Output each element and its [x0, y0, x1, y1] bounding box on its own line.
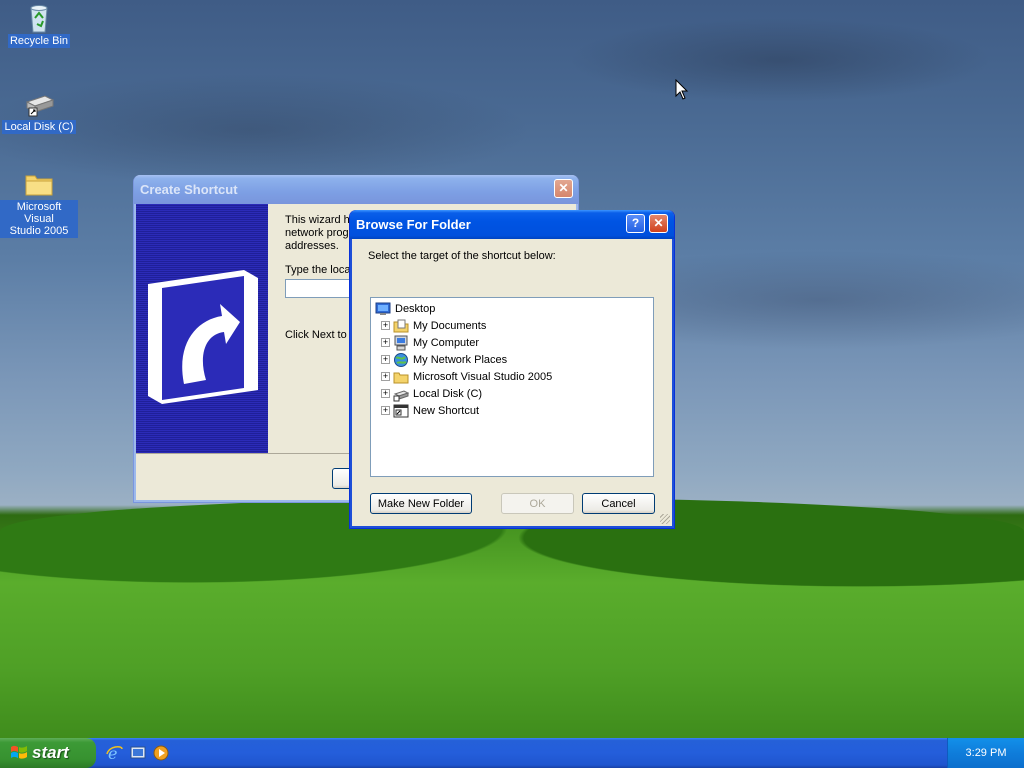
folder-icon: [25, 175, 53, 196]
close-button[interactable]: ✕: [649, 214, 668, 233]
close-icon: ✕: [558, 181, 569, 195]
tree-item-label: My Documents: [413, 319, 487, 332]
expand-icon[interactable]: +: [381, 321, 390, 330]
recycle-bin-icon: [30, 5, 48, 33]
hard-drive-icon: [25, 95, 55, 117]
tree-item-label: Local Disk (C): [413, 387, 483, 400]
start-button[interactable]: start: [0, 738, 96, 768]
desktop-wallpaper-hills: [0, 498, 1024, 740]
folder-icon: [393, 372, 409, 383]
expand-icon[interactable]: +: [381, 406, 390, 415]
folder-tree[interactable]: Desktop + My Documents + My Computer + M…: [370, 297, 654, 477]
question-mark-icon: ?: [631, 216, 640, 230]
mouse-cursor-icon: [675, 79, 689, 100]
tree-item-my-computer[interactable]: + My Computer: [375, 334, 653, 351]
close-icon: ✕: [653, 216, 664, 230]
expand-icon[interactable]: +: [381, 389, 390, 398]
window-title: Create Shortcut: [140, 182, 238, 197]
tree-item-local-disk[interactable]: + Local Disk (C): [375, 385, 653, 402]
desktop-icon-visual-studio-folder[interactable]: Microsoft Visual Studio 2005: [0, 168, 78, 238]
windows-logo-icon: [11, 745, 27, 759]
network-globe-icon: [394, 352, 408, 367]
expand-icon[interactable]: +: [381, 372, 390, 381]
wizard-banner: [136, 204, 268, 453]
expand-icon[interactable]: +: [381, 338, 390, 347]
media-player-icon[interactable]: [152, 744, 170, 762]
close-button[interactable]: ✕: [554, 179, 573, 198]
shortcut-arrow-icon: [148, 270, 258, 404]
my-documents-icon: [393, 319, 409, 332]
tree-item-label: Desktop: [395, 302, 436, 315]
cancel-button[interactable]: Cancel: [582, 493, 655, 514]
resize-grip[interactable]: [660, 514, 670, 524]
desktop-icon-recycle-bin[interactable]: Recycle Bin: [0, 2, 78, 48]
browse-for-folder-dialog: Browse For Folder ? ✕ Select the target …: [349, 210, 675, 529]
desktop-icon-local-disk[interactable]: Local Disk (C): [0, 88, 78, 134]
shortcut-window-icon: [393, 404, 409, 417]
system-tray: 3:29 PM: [947, 738, 1024, 768]
make-new-folder-button[interactable]: Make New Folder: [370, 493, 472, 514]
desktop-icon-label: Microsoft Visual Studio 2005: [0, 200, 78, 238]
internet-explorer-icon[interactable]: e: [106, 744, 124, 762]
label-line-2: Studio 2005: [9, 225, 69, 237]
label-line-1: Microsoft Visual: [16, 201, 62, 225]
dialog-title: Browse For Folder: [356, 217, 471, 232]
tree-item-label: My Network Places: [413, 353, 508, 366]
hard-drive-icon: [393, 389, 409, 401]
show-desktop-icon[interactable]: [129, 744, 147, 762]
tree-item-label: New Shortcut: [413, 404, 480, 417]
desktop-icon-label: Recycle Bin: [7, 34, 71, 48]
tree-item-new-shortcut[interactable]: + New Shortcut: [375, 402, 653, 419]
location-label: Type the loca: [285, 264, 351, 276]
next-hint: Click Next to c: [285, 329, 356, 341]
location-input[interactable]: [285, 279, 355, 298]
instruction-text: Select the target of the shortcut below:: [368, 250, 556, 262]
taskbar: start e 3:29 PM: [0, 738, 1024, 768]
help-button[interactable]: ?: [626, 214, 645, 233]
tree-item-desktop[interactable]: Desktop: [375, 300, 653, 317]
desktop-icon: [375, 302, 391, 315]
tree-item-my-documents[interactable]: + My Documents: [375, 317, 653, 334]
tree-item-visual-studio-2005[interactable]: + Microsoft Visual Studio 2005: [375, 368, 653, 385]
start-label: start: [32, 743, 69, 762]
tree-item-my-network-places[interactable]: + My Network Places: [375, 351, 653, 368]
my-computer-icon: [394, 335, 408, 350]
ok-button[interactable]: OK: [501, 493, 574, 514]
tree-item-label: Microsoft Visual Studio 2005: [413, 370, 553, 383]
tree-item-label: My Computer: [413, 336, 480, 349]
expand-icon[interactable]: +: [381, 355, 390, 364]
desktop-icon-label: Local Disk (C): [2, 120, 76, 134]
create-shortcut-titlebar[interactable]: Create Shortcut: [134, 175, 578, 204]
clock[interactable]: 3:29 PM: [966, 747, 1007, 759]
